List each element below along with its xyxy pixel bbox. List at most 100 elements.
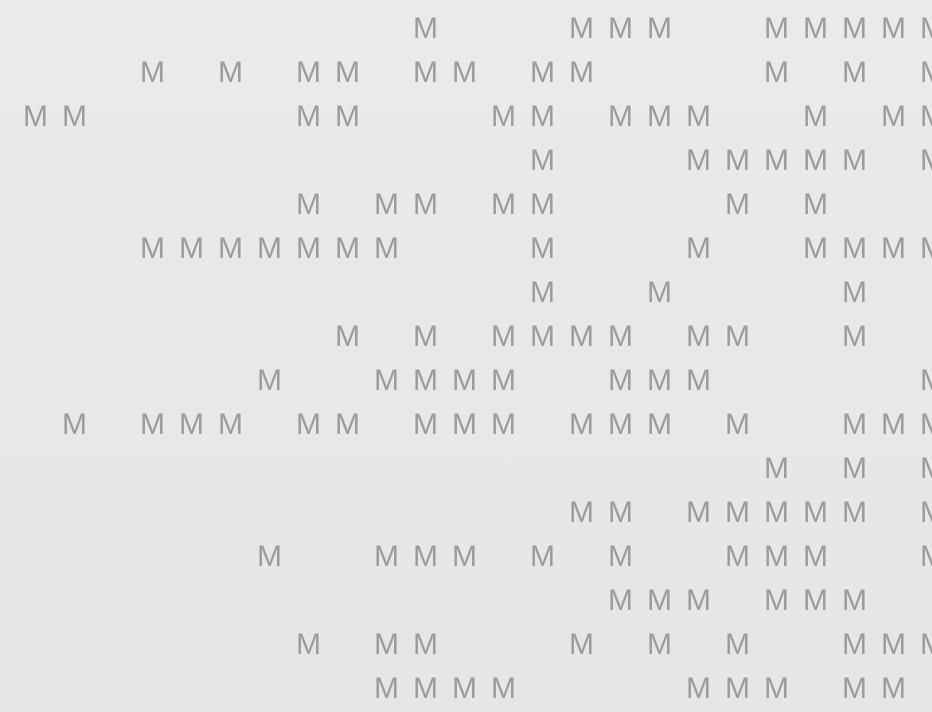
- letter-cell: M: [257, 364, 282, 397]
- letter-cell: M: [335, 232, 360, 265]
- letter-cell: M: [842, 452, 867, 485]
- letter-cell: M: [413, 12, 438, 45]
- letter-cell: M: [530, 188, 555, 221]
- letter-cell: M: [374, 540, 399, 573]
- letter-cell: M: [413, 628, 438, 661]
- letter-cell: M: [913, 51, 932, 95]
- letter-cell: M: [803, 232, 828, 265]
- letter-cell: M: [335, 408, 360, 441]
- letter-cell: M: [764, 496, 789, 529]
- letter-cell: M: [881, 408, 906, 441]
- letter-cell: M: [608, 320, 633, 353]
- letter-row: MMMMMMMMM: [0, 315, 932, 359]
- letter-cell: M: [413, 540, 438, 573]
- letter-cell: M: [647, 408, 672, 441]
- letter-cell: M: [803, 144, 828, 177]
- letter-cell: M: [140, 408, 165, 441]
- letter-cell: M: [491, 408, 516, 441]
- letter-cell: M: [296, 188, 321, 221]
- letter-cell: M: [218, 56, 243, 89]
- letter-cell: M: [647, 100, 672, 133]
- letter-cell: M: [296, 100, 321, 133]
- letter-cell: M: [23, 100, 48, 133]
- letter-cell: M: [913, 403, 932, 447]
- letter-cell: M: [881, 672, 906, 705]
- letter-cell: M: [842, 584, 867, 617]
- letter-row: MMMMMMM: [0, 139, 932, 183]
- letter-cell: M: [608, 496, 633, 529]
- letter-cell: M: [608, 540, 633, 573]
- letter-cell: M: [569, 12, 594, 45]
- letter-cell: M: [374, 232, 399, 265]
- letter-cell: M: [686, 496, 711, 529]
- letter-cell: M: [62, 100, 87, 133]
- letter-cell: M: [803, 188, 828, 221]
- letter-cell: M: [491, 364, 516, 397]
- letter-cell: M: [913, 447, 932, 491]
- letter-cell: M: [803, 100, 828, 133]
- letter-cell: M: [842, 12, 867, 45]
- letter-cell: M: [842, 496, 867, 529]
- letter-cell: M: [764, 56, 789, 89]
- letter-cell: M: [764, 144, 789, 177]
- letter-cell: M: [491, 672, 516, 705]
- letter-cell: M: [296, 628, 321, 661]
- letter-row: MMMMMMMM: [0, 491, 932, 535]
- letter-cell: M: [140, 56, 165, 89]
- letter-cell: M: [881, 628, 906, 661]
- letter-cell: M: [140, 232, 165, 265]
- letter-cell: M: [452, 364, 477, 397]
- letter-cell: M: [686, 672, 711, 705]
- letter-cell: M: [608, 408, 633, 441]
- letter-cell: M: [686, 584, 711, 617]
- letter-cell: M: [608, 12, 633, 45]
- letter-cell: M: [335, 56, 360, 89]
- letter-cell: M: [296, 56, 321, 89]
- letter-cell: M: [452, 672, 477, 705]
- letter-cell: M: [803, 496, 828, 529]
- letter-cell: M: [374, 188, 399, 221]
- letter-cell: M: [569, 408, 594, 441]
- letter-cell: M: [608, 100, 633, 133]
- letter-cell: M: [842, 628, 867, 661]
- letter-row: MMMMMMMMM: [0, 667, 932, 711]
- letter-cell: M: [725, 408, 750, 441]
- letter-cell: M: [842, 276, 867, 309]
- letter-cell: M: [179, 408, 204, 441]
- letter-cell: M: [764, 540, 789, 573]
- letter-cell: M: [491, 188, 516, 221]
- letter-cell: M: [413, 364, 438, 397]
- letter-cell: M: [374, 364, 399, 397]
- letter-cell: M: [725, 496, 750, 529]
- letter-row: MMMMMMMMM: [0, 359, 932, 403]
- letter-cell: M: [842, 56, 867, 89]
- letter-cell: M: [647, 364, 672, 397]
- letter-cell: M: [296, 408, 321, 441]
- letter-cell: M: [881, 100, 906, 133]
- letter-cell: M: [686, 144, 711, 177]
- letter-cell: M: [647, 628, 672, 661]
- letter-cell: M: [608, 364, 633, 397]
- letter-row: MMMMMMMMM: [0, 623, 932, 667]
- letter-cell: M: [881, 232, 906, 265]
- letter-cell: M: [764, 584, 789, 617]
- letter-cell: M: [62, 408, 87, 441]
- letter-cell: M: [569, 496, 594, 529]
- letter-cell: M: [842, 672, 867, 705]
- letter-cell: M: [725, 188, 750, 221]
- letter-cell: M: [913, 623, 932, 667]
- letter-cell: M: [764, 452, 789, 485]
- letter-cell: M: [413, 408, 438, 441]
- letter-cell: M: [452, 56, 477, 89]
- letter-cell: M: [647, 584, 672, 617]
- letter-cell: M: [218, 408, 243, 441]
- letter-row: MMMMMMMMMM: [0, 535, 932, 579]
- letter-cell: M: [452, 540, 477, 573]
- letter-row: MMM: [0, 447, 932, 491]
- letter-row: MMMMMMMMMMM: [0, 51, 932, 95]
- letter-cell: M: [803, 540, 828, 573]
- letter-cell: M: [530, 540, 555, 573]
- letter-cell: M: [530, 232, 555, 265]
- letter-cell: M: [374, 628, 399, 661]
- letter-row: MMMMMMMMMMMM: [0, 95, 932, 139]
